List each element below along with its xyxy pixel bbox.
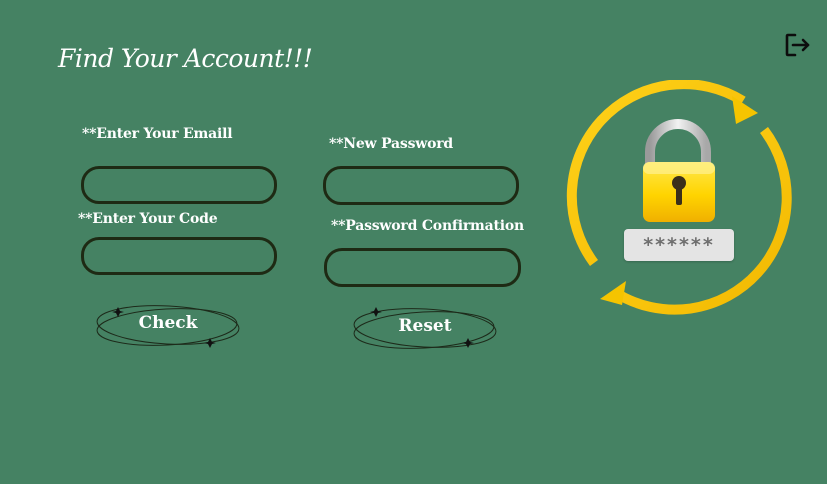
email-input[interactable] (81, 166, 277, 204)
page-title: Find Your Account!!! (58, 44, 313, 73)
password-mask-field: ****** (624, 229, 734, 261)
reset-button[interactable]: Reset (350, 304, 500, 354)
logout-button[interactable] (784, 32, 812, 58)
check-button-label: Check (138, 313, 198, 333)
check-button[interactable]: Check (93, 301, 243, 351)
password-confirmation-label: **Password Confirmation (331, 218, 525, 234)
code-input[interactable] (81, 237, 277, 275)
email-label: **Enter Your Emaill (82, 126, 233, 142)
new-password-input[interactable] (323, 166, 519, 205)
reset-button-label: Reset (398, 316, 452, 336)
logout-icon (785, 33, 810, 57)
password-confirmation-input[interactable] (324, 248, 521, 287)
code-label: **Enter Your Code (78, 211, 218, 227)
new-password-label: **New Password (329, 136, 454, 152)
padlock-refresh-icon (566, 80, 792, 315)
